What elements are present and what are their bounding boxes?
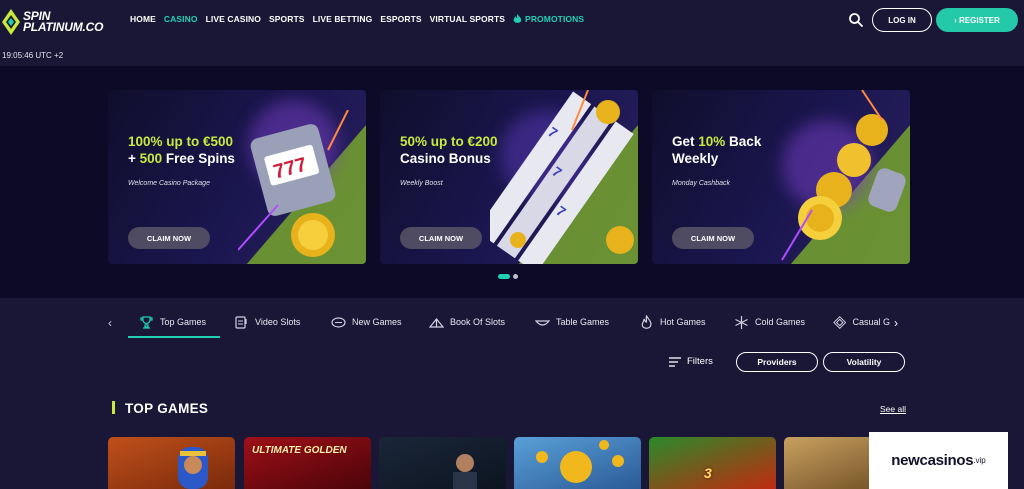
- promo-title: Get 10% Back Weekly: [672, 134, 762, 166]
- trophy-icon: [140, 315, 153, 329]
- category-label: Cold Games: [755, 317, 806, 327]
- site-logo[interactable]: SPIN PLATINUM.CO: [2, 7, 124, 37]
- active-category-indicator: [128, 336, 220, 338]
- game-tile[interactable]: [514, 437, 641, 489]
- promo-subtitle: Welcome Casino Package: [128, 180, 210, 187]
- slot-machine-art: 777: [238, 110, 349, 257]
- nav-live-casino[interactable]: LIVE CASINO: [206, 14, 261, 24]
- filter-icon: [669, 356, 681, 367]
- nav-promotions[interactable]: PROMOTIONS: [513, 14, 584, 24]
- table-icon: [535, 319, 550, 326]
- login-button[interactable]: LOG IN: [872, 8, 932, 32]
- register-button[interactable]: › REGISTER: [936, 8, 1018, 32]
- claim-now-button[interactable]: CLAIM NOW: [400, 227, 482, 249]
- slot-reels-art: 7 7 7: [490, 90, 634, 264]
- register-label: REGISTER: [958, 15, 1000, 25]
- section-accent-bar: [112, 401, 115, 414]
- diamond-icon: [833, 315, 847, 329]
- flame-icon: [641, 314, 652, 329]
- carousel-pagination: [498, 274, 518, 279]
- snowflake-icon: [735, 315, 748, 329]
- game-tile[interactable]: [108, 437, 235, 489]
- game-tile[interactable]: ULTIMATE GOLDEN: [244, 437, 371, 489]
- watermark-suffix: .vip: [973, 456, 986, 465]
- nav-home[interactable]: HOME: [130, 14, 156, 24]
- category-video-slots[interactable]: Video Slots: [234, 312, 300, 332]
- flame-icon: [513, 14, 522, 23]
- chevron-right-icon[interactable]: ›: [894, 316, 898, 330]
- gold-pot-art: [536, 440, 624, 483]
- claim-now-button[interactable]: CLAIM NOW: [672, 227, 754, 249]
- category-label: Video Slots: [255, 317, 301, 327]
- category-book-of-slots[interactable]: Book Of Slots: [429, 312, 505, 332]
- claim-now-button[interactable]: CLAIM NOW: [128, 227, 210, 249]
- category-label: Table Games: [556, 317, 610, 327]
- game-tile[interactable]: [379, 437, 506, 489]
- pharaoh-art: [178, 447, 208, 489]
- carousel-dot-active[interactable]: [498, 274, 510, 279]
- filters-label: Filters: [687, 356, 713, 367]
- search-icon[interactable]: [848, 12, 864, 28]
- nav-live-betting[interactable]: LIVE BETTING: [313, 14, 373, 24]
- category-top-games[interactable]: Top Games: [139, 312, 206, 332]
- nav-esports[interactable]: ESPORTS: [380, 14, 421, 24]
- gold-coins-art: [781, 90, 906, 261]
- logo-icon: [2, 9, 20, 35]
- category-label: Casual G: [852, 317, 890, 327]
- game-title: 3: [704, 465, 712, 481]
- providers-button[interactable]: Providers: [736, 352, 818, 372]
- chevron-left-icon[interactable]: ‹: [108, 316, 112, 330]
- watermark-text: newcasinos: [891, 452, 974, 469]
- category-casual-games[interactable]: Casual G: [833, 312, 890, 332]
- carousel-dot[interactable]: [513, 274, 518, 279]
- category-label: Book Of Slots: [450, 317, 506, 327]
- logo-text: SPIN PLATINUM.CO: [23, 9, 104, 34]
- volatility-button[interactable]: Volatility: [823, 352, 905, 372]
- site-header: SPIN PLATINUM.CO HOME CASINO LIVE CASINO…: [0, 0, 1024, 42]
- new-badge-icon: [331, 316, 346, 328]
- promo-title: 50% up to €200 Casino Bonus: [400, 134, 498, 166]
- nav-virtual-sports[interactable]: VIRTUAL SPORTS: [430, 14, 505, 24]
- game-title: ULTIMATE GOLDEN: [252, 445, 347, 456]
- category-label: Top Games: [160, 317, 207, 327]
- category-label: New Games: [352, 317, 402, 327]
- category-table-games[interactable]: Table Games: [535, 312, 609, 332]
- category-hot-games[interactable]: Hot Games: [639, 312, 706, 332]
- watermark-logo: newcasinos .vip: [869, 432, 1008, 489]
- nav-promotions-label: PROMOTIONS: [525, 14, 585, 24]
- promo-title: 100% up to €500 + 500 Free Spins: [128, 134, 235, 166]
- category-new-games[interactable]: New Games: [331, 312, 402, 332]
- section-title: TOP GAMES: [125, 401, 209, 416]
- filters-toggle[interactable]: Filters: [669, 356, 713, 367]
- promo-subtitle: Monday Cashback: [672, 180, 730, 187]
- category-cold-games[interactable]: Cold Games: [734, 312, 805, 332]
- character-art: [453, 454, 477, 489]
- book-icon: [429, 317, 444, 328]
- category-label: Hot Games: [660, 317, 706, 327]
- promo-card-welcome[interactable]: 777 100% up to €500 + 500 Free Spins Wel…: [108, 90, 366, 264]
- promo-card-cashback[interactable]: Get 10% Back Weekly Monday Cashback CLAI…: [652, 90, 910, 264]
- nav-sports[interactable]: SPORTS: [269, 14, 305, 24]
- promo-card-weekly-boost[interactable]: 7 7 7 50% up to €200 Casino Bonus Weekly…: [380, 90, 638, 264]
- game-tile[interactable]: 3: [649, 437, 776, 489]
- see-all-link[interactable]: See all: [880, 404, 906, 414]
- slot-machine-icon: [235, 315, 247, 329]
- nav-casino[interactable]: CASINO: [164, 14, 198, 24]
- promo-subtitle: Weekly Boost: [400, 180, 443, 187]
- main-nav: HOME CASINO LIVE CASINO SPORTS LIVE BETT…: [130, 14, 584, 24]
- server-clock: 19:05:46 UTC +2: [2, 51, 64, 60]
